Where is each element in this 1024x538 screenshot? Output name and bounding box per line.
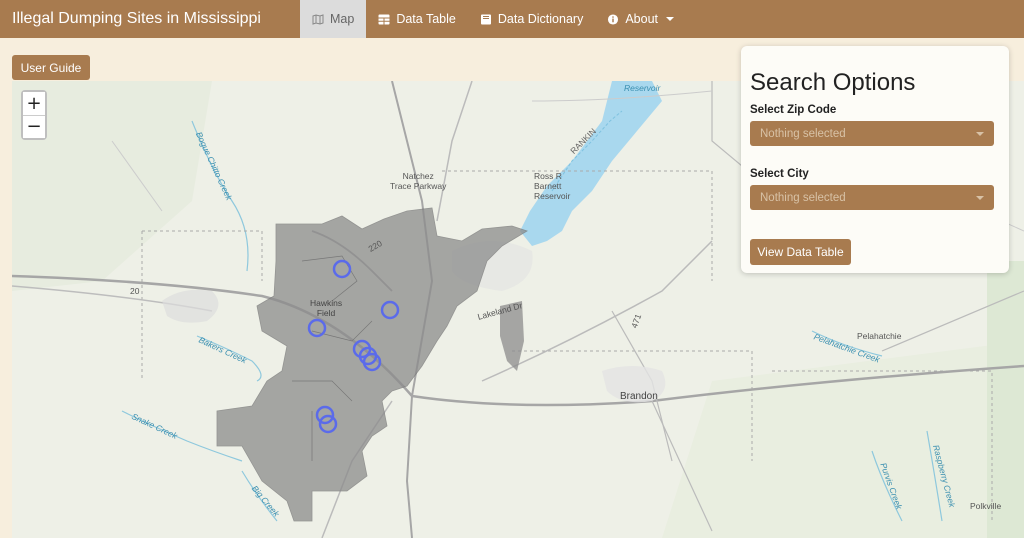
nav-about-label: About (625, 12, 658, 26)
zip-code-select[interactable]: Nothing selected (750, 121, 994, 146)
chevron-down-icon (976, 195, 984, 200)
city-label: Select City (750, 168, 809, 180)
label-natchez: Natchez Trace Parkway (390, 171, 447, 191)
user-guide-button[interactable]: User Guide (12, 55, 90, 80)
table-icon (378, 14, 390, 24)
nav-data-table[interactable]: Data Table (366, 0, 468, 38)
label-pelahatchie: Pelahatchie (857, 331, 902, 341)
zip-code-label: Select Zip Code (750, 104, 837, 116)
info-icon (608, 13, 619, 25)
app-title[interactable]: Illegal Dumping Sites in Mississippi (0, 10, 300, 28)
map-icon (312, 13, 324, 25)
view-data-table-button[interactable]: View Data Table (750, 239, 851, 265)
label-hawkins: Hawkins Field (310, 298, 343, 318)
book-icon (480, 14, 491, 24)
city-select[interactable]: Nothing selected (750, 185, 994, 210)
zip-code-placeholder: Nothing selected (760, 127, 846, 140)
label-ross: Ross R Barnett Reservoir (534, 171, 571, 201)
nav-about[interactable]: About (595, 0, 686, 38)
nav-data-dictionary-label: Data Dictionary (497, 12, 584, 26)
nav-data-table-label: Data Table (396, 12, 456, 26)
label-reservoir-top: Reservoir (624, 83, 661, 93)
label-hwy-20: 20 (130, 286, 140, 296)
label-polkville: Polkville (970, 501, 1002, 511)
navbar: Illegal Dumping Sites in Mississippi Map… (0, 0, 1024, 38)
chevron-down-icon (666, 17, 674, 21)
nav-data-dictionary[interactable]: Data Dictionary (468, 0, 595, 38)
zoom-out-button[interactable]: − (23, 115, 45, 138)
zoom-control: + − (21, 90, 47, 140)
city-placeholder: Nothing selected (760, 191, 846, 204)
zoom-in-button[interactable]: + (23, 92, 45, 115)
search-options-panel: Search Options Select Zip Code Nothing s… (741, 46, 1009, 273)
nav-map-label: Map (330, 12, 355, 26)
label-brandon: Brandon (620, 391, 658, 402)
nav-map[interactable]: Map (300, 0, 367, 38)
panel-title: Search Options (750, 69, 916, 96)
chevron-down-icon (976, 131, 984, 136)
